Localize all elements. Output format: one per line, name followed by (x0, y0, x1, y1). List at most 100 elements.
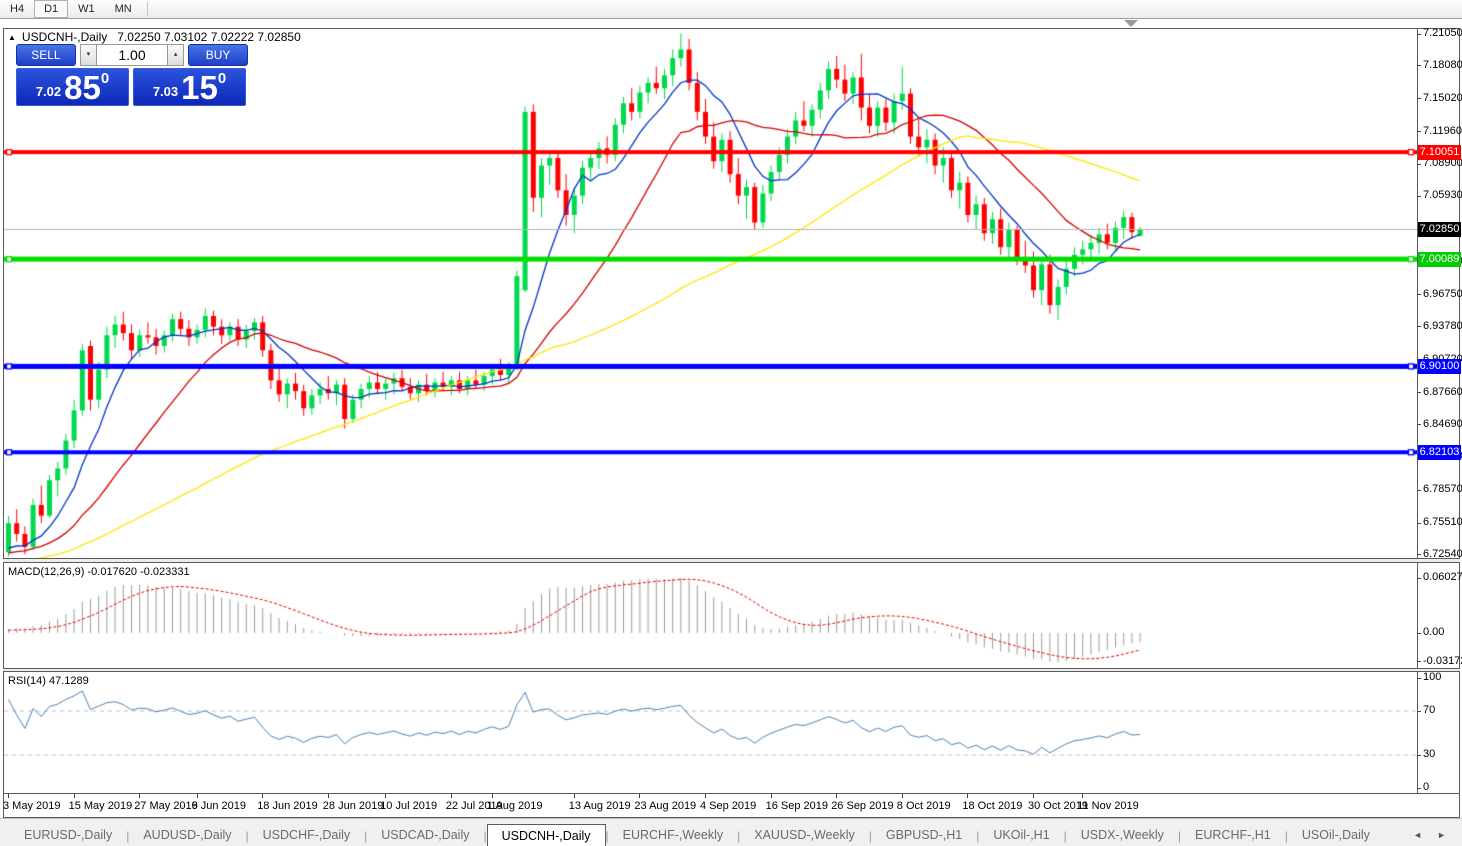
price-badge-7-02850: 7.02850 (1418, 222, 1461, 237)
price-axis-label: 7.21050 (1423, 27, 1462, 39)
price-axis-tick (1417, 490, 1421, 491)
tab-eurusd-daily[interactable]: EURUSD-,Daily (10, 824, 126, 846)
date-axis-label: 18 Oct 2019 (962, 800, 1022, 812)
date-axis-label: 3 May 2019 (3, 800, 60, 812)
rsi-axis-label: 30 (1423, 748, 1435, 760)
chart-tabs-bar: EURUSD-,Daily|AUDUSD-,Daily|USDCHF-,Dail… (0, 818, 1462, 846)
macd-indicator-pane[interactable] (4, 563, 1417, 668)
price-axis-tick (1417, 523, 1421, 524)
date-axis-label: 27 May 2019 (134, 800, 198, 812)
price-axis-label: 7.18080 (1423, 59, 1462, 71)
date-axis-tick (574, 793, 575, 798)
buy-price-panel[interactable]: 7.03150 (133, 68, 246, 106)
chart-shift-marker-icon[interactable] (1124, 20, 1138, 27)
tab-xauusd-weekly[interactable]: XAUUSD-,Weekly (740, 824, 868, 846)
date-axis-tick (967, 793, 968, 798)
price-badge-6-90100: 6.90100 (1418, 359, 1461, 374)
price-axis-label: 6.75510 (1423, 516, 1462, 528)
main-price-chart[interactable] (4, 29, 1417, 558)
tab-gbpusd-h1[interactable]: GBPUSD-,H1 (872, 824, 976, 846)
price-axis-label: 7.11960 (1423, 125, 1462, 137)
price-axis-label: 6.72540 (1423, 548, 1462, 560)
date-axis-tick (492, 793, 493, 798)
macd-axis-label: -0.031725 (1423, 655, 1462, 667)
date-axis-tick (705, 793, 706, 798)
date-axis-tick (8, 793, 9, 798)
macd-label: MACD(12,26,9) -0.017620 -0.023331 (8, 566, 190, 578)
price-axis-label: 6.87660 (1423, 386, 1462, 398)
timeframe-button-d1[interactable]: D1 (34, 0, 68, 18)
timeframe-button-h4[interactable]: H4 (0, 0, 34, 18)
rsi-axis-label: 70 (1423, 704, 1435, 716)
macd-axis-tick (1417, 578, 1421, 579)
chart-ohlc-values: 7.02250 7.03102 7.02222 7.02850 (117, 30, 301, 44)
macd-values: -0.017620 -0.023331 (87, 566, 189, 578)
date-axis-label: 28 Jun 2019 (323, 800, 384, 812)
price-axis-tick (1417, 392, 1421, 393)
buy-price-point: 0 (218, 70, 226, 87)
macd-axis-tick (1417, 633, 1421, 634)
date-axis-tick (139, 793, 140, 798)
tab-usdcnh-daily[interactable]: USDCNH-,Daily (487, 824, 606, 846)
date-axis-tick (1033, 793, 1034, 798)
tab-usdcad-daily[interactable]: USDCAD-,Daily (367, 824, 483, 846)
macd-axis-tick (1417, 661, 1421, 662)
date-axis-tick (197, 793, 198, 798)
price-axis-label: 7.05930 (1423, 189, 1462, 201)
date-axis-label: 23 Aug 2019 (634, 800, 696, 812)
sell-price-integer: 7.02 (36, 84, 61, 99)
tab-ukoil-h1[interactable]: UKOil-,H1 (979, 824, 1063, 846)
date-axis-label: 16 Sep 2019 (766, 800, 828, 812)
collapse-arrow-icon[interactable]: ▲ (8, 33, 16, 42)
date-axis-tick (836, 793, 837, 798)
sell-price-point: 0 (101, 70, 109, 87)
tab-eurchf-h1[interactable]: EURCHF-,H1 (1181, 824, 1285, 846)
date-axis-label: 15 May 2019 (69, 800, 133, 812)
tab-audusd-daily[interactable]: AUDUSD-,Daily (129, 824, 245, 846)
rsi-indicator-pane[interactable] (4, 672, 1417, 793)
price-axis-label: 6.84690 (1423, 418, 1462, 430)
price-axis-tick (1417, 34, 1421, 35)
volume-decrease-button[interactable]: ▾ (80, 44, 97, 66)
one-click-trading-widget: SELL ▾ ▴ BUY 7.02850 7.03150 (16, 44, 248, 106)
price-axis-tick (1417, 554, 1421, 555)
macd-axis-label: 0.00 (1423, 626, 1444, 638)
date-axis-tick (328, 793, 329, 798)
timeframe-button-mn[interactable]: MN (105, 0, 142, 18)
date-axis-label: 11 Nov 2019 (1077, 800, 1139, 812)
date-axis-tick (385, 793, 386, 798)
sell-price-panel[interactable]: 7.02850 (16, 68, 129, 106)
price-axis-tick (1417, 164, 1421, 165)
volume-input[interactable] (97, 44, 167, 66)
rsi-axis-tick (1417, 711, 1421, 712)
toolbar-separator (147, 2, 148, 16)
price-axis-label: 6.96750 (1423, 288, 1462, 300)
date-axis-tick (771, 793, 772, 798)
tab-eurchf-weekly[interactable]: EURCHF-,Weekly (609, 824, 737, 846)
price-axis-label: 7.15020 (1423, 92, 1462, 104)
price-axis-tick (1417, 196, 1421, 197)
date-axis-tick (451, 793, 452, 798)
price-badge-6-82103: 6.82103 (1418, 445, 1461, 460)
price-badge-7-10051: 7.10051 (1418, 145, 1461, 160)
date-axis-label: 1 Aug 2019 (487, 800, 543, 812)
sell-button[interactable]: SELL (16, 44, 76, 66)
tab-scroll-right-icon[interactable]: ► (1437, 830, 1446, 840)
price-axis-tick (1417, 65, 1421, 66)
date-axis-label: 6 Jun 2019 (192, 800, 246, 812)
tab-usdchf-daily[interactable]: USDCHF-,Daily (249, 824, 365, 846)
date-axis-label: 8 Oct 2019 (897, 800, 951, 812)
tab-usoil-daily[interactable]: USOil-,Daily (1288, 824, 1384, 846)
date-axis-border (3, 793, 1459, 794)
mt4-window: H4D1W1MN ▲ USDCNH-,Daily 7.02250 7.03102 7… (0, 0, 1462, 846)
timeframe-button-w1[interactable]: W1 (68, 0, 105, 18)
price-axis-tick (1417, 294, 1421, 295)
tab-usdx-weekly[interactable]: USDX-,Weekly (1067, 824, 1178, 846)
volume-increase-button[interactable]: ▴ (167, 44, 184, 66)
tab-scroll-left-icon[interactable]: ◄ (1413, 830, 1422, 840)
price-axis-tick (1417, 326, 1421, 327)
buy-button[interactable]: BUY (188, 44, 248, 66)
date-axis-label: 26 Sep 2019 (831, 800, 893, 812)
date-axis-tick (902, 793, 903, 798)
macd-axis-label: 0.060273 (1423, 571, 1462, 583)
